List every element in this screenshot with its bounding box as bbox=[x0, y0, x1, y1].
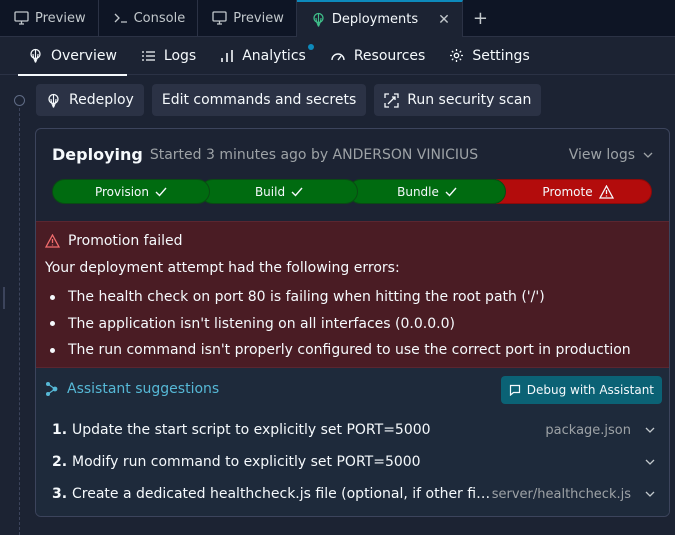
error-panel: Promotion failed Your deployment attempt… bbox=[36, 221, 669, 368]
error-description: Your deployment attempt had the followin… bbox=[45, 260, 400, 276]
timeline-line bbox=[19, 108, 20, 535]
bar-chart-icon bbox=[221, 49, 234, 62]
warning-icon bbox=[598, 184, 614, 199]
suggestion-text: Update the start script to explicitly se… bbox=[72, 422, 431, 438]
stage-build[interactable]: Build bbox=[200, 179, 358, 204]
suggestion-number: 1. bbox=[52, 422, 68, 438]
tab-label: Console bbox=[133, 10, 186, 26]
assistant-icon bbox=[46, 382, 58, 396]
check-icon bbox=[291, 187, 303, 197]
error-item: The health check on port 80 is failing w… bbox=[50, 284, 631, 311]
error-title: Promotion failed bbox=[45, 233, 182, 249]
deploy-icon bbox=[313, 12, 324, 27]
edit-commands-button[interactable]: Edit commands and secrets bbox=[151, 84, 367, 116]
gear-icon bbox=[450, 49, 464, 62]
deploy-icon bbox=[48, 93, 59, 108]
action-bar: Redeploy Edit commands and secrets Run s… bbox=[36, 84, 542, 116]
stage-promote[interactable]: Promote bbox=[496, 179, 652, 204]
deploy-icon bbox=[30, 48, 41, 63]
subnav-label: Resources bbox=[353, 47, 426, 64]
assistant-header: Assistant suggestions bbox=[45, 381, 219, 397]
subnav-resources[interactable]: Resources bbox=[318, 37, 438, 75]
tab-console[interactable]: Console bbox=[99, 0, 199, 36]
stage-label: Build bbox=[254, 184, 286, 199]
suggestion-item[interactable]: 1. Update the start script to explicitly… bbox=[52, 414, 655, 446]
subnav-analytics[interactable]: Analytics bbox=[208, 37, 318, 75]
button-label: Redeploy bbox=[69, 92, 134, 108]
tab-preview-2[interactable]: Preview bbox=[198, 0, 297, 36]
suggestion-item[interactable]: 2. Modify run command to explicitly set … bbox=[52, 446, 655, 478]
terminal-icon bbox=[114, 13, 127, 23]
close-icon[interactable]: ✕ bbox=[438, 12, 450, 28]
stage-provision[interactable]: Provision bbox=[52, 179, 210, 204]
suggestion-file: package.json bbox=[545, 422, 631, 438]
deployment-header: Deploying Started 3 minutes ago by ANDER… bbox=[52, 145, 653, 164]
resize-handle[interactable] bbox=[3, 287, 5, 309]
tab-label: Preview bbox=[35, 10, 86, 26]
subnav-settings[interactable]: Settings bbox=[437, 37, 541, 75]
tab-label: Preview bbox=[233, 10, 284, 26]
subnav-label: Logs bbox=[163, 47, 197, 64]
chevron-down-icon[interactable] bbox=[645, 491, 655, 497]
suggestion-number: 3. bbox=[52, 486, 68, 502]
subnav-label: Analytics bbox=[242, 47, 306, 64]
tab-deployments[interactable]: Deployments ✕ bbox=[296, 0, 463, 37]
button-label: Run security scan bbox=[407, 92, 532, 108]
gauge-icon bbox=[331, 52, 345, 60]
stage-label: Bundle bbox=[397, 184, 439, 199]
chat-icon bbox=[509, 384, 520, 396]
subnav-overview[interactable]: Overview bbox=[16, 37, 129, 76]
suggestion-file: server/healthcheck.js bbox=[491, 486, 631, 502]
subnav-label: Overview bbox=[51, 47, 117, 64]
deployment-card: Deploying Started 3 minutes ago by ANDER… bbox=[35, 128, 670, 517]
error-list: The health check on port 80 is failing w… bbox=[50, 284, 631, 364]
error-item: The run command isn't properly configure… bbox=[50, 337, 631, 364]
view-logs-label: View logs bbox=[568, 146, 635, 163]
deployment-status: Deploying bbox=[52, 145, 143, 164]
tab-bar: Preview Console Preview Deployments ✕ + bbox=[0, 0, 675, 37]
suggestion-text: Modify run command to explicitly set POR… bbox=[72, 454, 421, 470]
pipeline: Provision Build Bundle Promote bbox=[52, 179, 652, 204]
button-label: Debug with Assistant bbox=[526, 383, 654, 397]
error-item: The application isn't listening on all i… bbox=[50, 311, 631, 338]
timeline-node bbox=[14, 95, 25, 106]
monitor-icon bbox=[212, 11, 227, 25]
subnav-label: Settings bbox=[472, 47, 530, 64]
chevron-down-icon[interactable] bbox=[645, 427, 655, 433]
suggestion-list: 1. Update the start script to explicitly… bbox=[52, 414, 655, 510]
tab-label: Deployments bbox=[331, 12, 419, 27]
stage-bundle[interactable]: Bundle bbox=[348, 179, 506, 204]
deployment-started: Started 3 minutes ago by ANDERSON VINICI… bbox=[149, 146, 479, 163]
chevron-down-icon[interactable] bbox=[645, 459, 655, 465]
stage-label: Provision bbox=[94, 184, 149, 199]
warning-icon bbox=[45, 234, 60, 248]
deployment-subnav: Overview Logs Analytics Resources Settin… bbox=[0, 37, 675, 76]
monitor-icon bbox=[14, 11, 29, 25]
suggestion-number: 2. bbox=[52, 454, 68, 470]
chevron-down-icon bbox=[643, 152, 653, 158]
scan-icon bbox=[384, 92, 399, 108]
subnav-logs[interactable]: Logs bbox=[129, 37, 208, 75]
error-title-text: Promotion failed bbox=[68, 233, 183, 249]
redeploy-button[interactable]: Redeploy bbox=[36, 84, 144, 116]
new-tab-button[interactable]: + bbox=[463, 0, 498, 36]
stage-label: Promote bbox=[542, 184, 593, 199]
view-logs-button[interactable]: View logs bbox=[569, 147, 653, 163]
tab-preview-1[interactable]: Preview bbox=[0, 0, 99, 36]
assistant-panel: Assistant suggestions Debug with Assista… bbox=[36, 368, 669, 516]
notification-dot bbox=[307, 43, 314, 50]
check-icon bbox=[155, 187, 167, 197]
security-scan-button[interactable]: Run security scan bbox=[374, 84, 542, 116]
check-icon bbox=[445, 187, 457, 197]
suggestion-item[interactable]: 3. Create a dedicated healthcheck.js fil… bbox=[52, 478, 655, 510]
debug-with-assistant-button[interactable]: Debug with Assistant bbox=[500, 376, 662, 404]
button-label: Edit commands and secrets bbox=[161, 92, 357, 108]
suggestion-text: Create a dedicated healthcheck.js file (… bbox=[72, 486, 492, 502]
list-icon bbox=[141, 50, 155, 61]
assistant-title: Assistant suggestions bbox=[67, 381, 220, 397]
